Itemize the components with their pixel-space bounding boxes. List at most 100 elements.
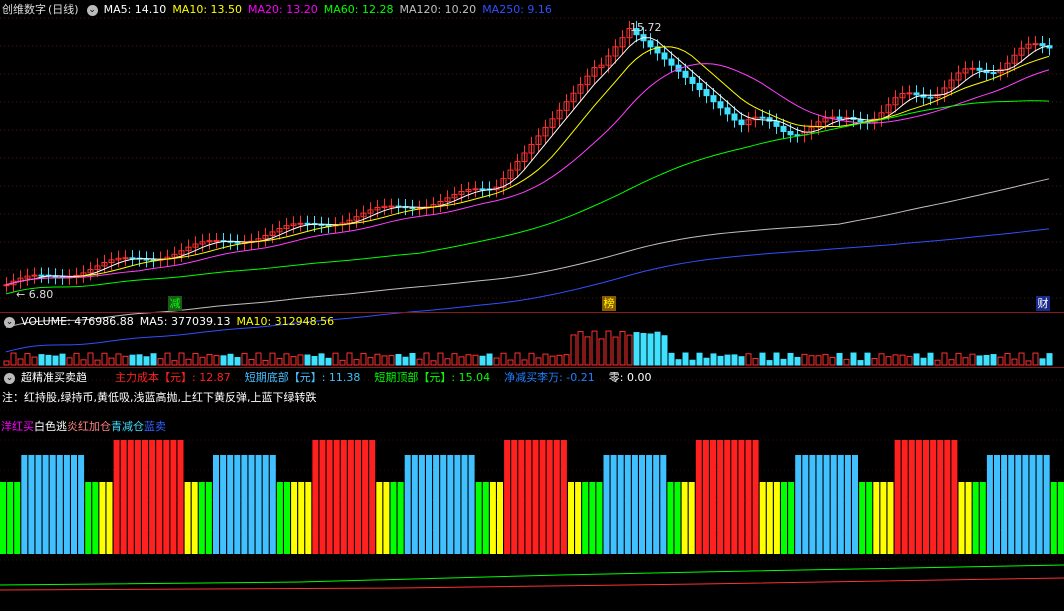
candle-body	[409, 207, 416, 210]
indicator-bar	[1036, 455, 1043, 554]
volume-bar	[514, 352, 521, 366]
indicator-bar	[986, 455, 993, 554]
volume-bar	[1039, 358, 1046, 366]
candle-body	[31, 274, 38, 277]
volume-bar	[591, 330, 598, 366]
indicator-bar	[582, 482, 589, 554]
volume-bar	[101, 352, 108, 366]
volume-bar	[717, 355, 724, 366]
indicator-bar	[397, 482, 404, 554]
volume-bar	[136, 354, 143, 366]
volume-bar	[472, 354, 479, 366]
volume-bar	[962, 357, 969, 366]
indicator-bar	[667, 482, 674, 554]
indicator-bar	[255, 455, 262, 554]
indicator-bar	[14, 482, 21, 554]
indicator-bar	[276, 482, 283, 554]
indicator-bar	[866, 482, 873, 554]
volume-bar	[500, 352, 507, 366]
legend-item: 白色逃	[34, 420, 67, 433]
volume-bar	[31, 356, 38, 366]
indicator-bar	[312, 440, 319, 554]
volume-bar	[199, 356, 206, 366]
volume-bar	[10, 352, 17, 366]
volume-bar	[388, 355, 395, 366]
indicator-bar	[944, 440, 951, 554]
candle-body	[780, 125, 787, 133]
volume-bar	[262, 359, 269, 366]
candle-body	[668, 58, 675, 66]
volume-bar	[584, 336, 591, 366]
volume-bar	[689, 359, 696, 366]
indicator-bar	[220, 455, 227, 554]
chevron-down-icon[interactable]: ⌄	[4, 372, 15, 384]
indicator-bar	[227, 455, 234, 554]
indicator-bar	[1008, 455, 1015, 554]
indicator-bar	[205, 482, 212, 554]
volume-bar	[164, 352, 171, 366]
indicator-bar	[816, 455, 823, 554]
indicator-bar	[1050, 482, 1057, 554]
volume-bar	[920, 357, 927, 366]
indicator-bar	[930, 440, 937, 554]
event-marker[interactable]: 减	[168, 296, 182, 311]
indicator-bar	[880, 482, 887, 554]
indicator-bar	[674, 482, 681, 554]
volume-bar	[983, 354, 990, 366]
indicator-bar	[979, 482, 986, 554]
indicator-bar	[248, 455, 255, 554]
event-marker[interactable]: 财	[1036, 296, 1050, 311]
volume-bar	[122, 355, 129, 366]
indicator-bar	[482, 482, 489, 554]
indicator-bar	[518, 440, 525, 554]
indicator-bar	[369, 440, 376, 554]
indicator-bar	[0, 482, 6, 554]
indicator-name: 超精准买卖趋	[21, 371, 87, 384]
volume-bar	[269, 352, 276, 366]
volume-bar	[675, 359, 682, 366]
indicator-bar	[149, 440, 156, 554]
candle-body	[906, 92, 913, 95]
volume-bar	[766, 360, 773, 366]
event-marker[interactable]: 榜	[602, 296, 616, 311]
volume-bar	[374, 353, 381, 366]
volume-bar	[227, 353, 234, 366]
candle-body	[661, 52, 668, 60]
indicator-bar	[383, 482, 390, 554]
indicator-bar	[937, 440, 944, 554]
indicator-bar	[85, 482, 92, 554]
indicator-bar	[788, 482, 795, 554]
legend-item: 洋红买	[1, 420, 34, 433]
indicator-bar	[156, 440, 163, 554]
volume-bar	[178, 352, 185, 366]
indicator-bar	[923, 440, 929, 554]
chevron-down-icon[interactable]: ⌄	[4, 316, 15, 328]
indicator-bar	[468, 455, 475, 554]
indicator-value: 主力成本【元】: 12.87	[115, 371, 231, 384]
volume-bar	[507, 359, 514, 366]
volume-bar	[1018, 352, 1025, 366]
candle-body	[304, 222, 311, 225]
indicator-bar	[773, 482, 780, 554]
volume-bar	[521, 359, 528, 366]
volume-bar	[283, 353, 290, 366]
volume-bar	[955, 352, 962, 366]
volume-bar	[906, 355, 913, 366]
volume-bar	[892, 354, 899, 366]
candle-body	[689, 76, 696, 84]
indicator-bar	[198, 482, 205, 554]
volume-bar	[759, 352, 766, 366]
divider	[0, 312, 1064, 313]
volume-bar	[360, 352, 367, 366]
volume-bar	[878, 353, 885, 366]
indicator-bar	[426, 455, 432, 554]
indicator-bar	[965, 482, 972, 554]
divider	[0, 367, 1064, 368]
volume-bar	[409, 353, 416, 366]
indicator-bar	[291, 482, 298, 554]
volume-bar	[528, 352, 535, 366]
indicator-bar	[454, 455, 461, 554]
indicator-bar	[568, 482, 574, 554]
indicator-bar	[844, 455, 851, 554]
volume-bar	[24, 353, 31, 366]
